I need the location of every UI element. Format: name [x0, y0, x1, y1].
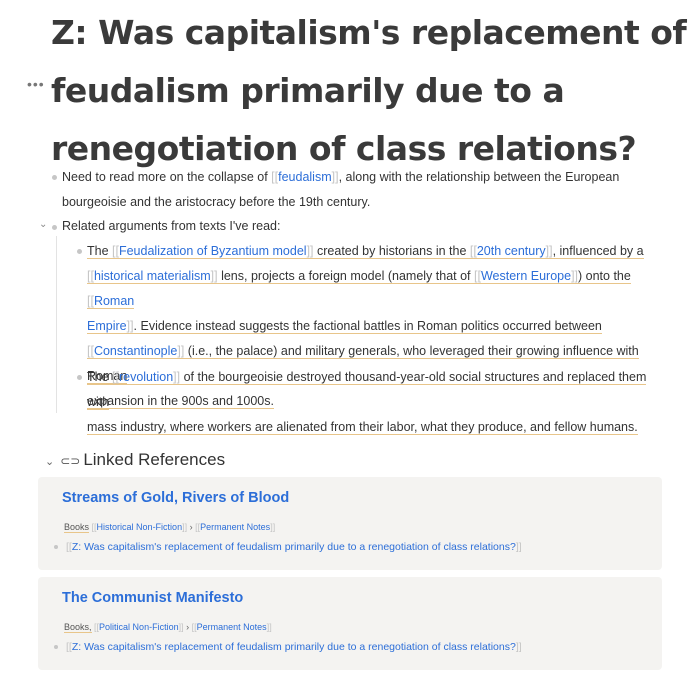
block-line: The [[revolution]] of the bourgeoisie de… [87, 370, 647, 410]
more-horizontal-icon[interactable]: ••• [27, 76, 45, 92]
link-bracket: [[ [474, 269, 481, 283]
chevron-down-icon[interactable]: ⌄ [45, 456, 54, 468]
block-bullet[interactable] [77, 249, 82, 254]
block-need-to-read[interactable]: Need to read more on the collapse of [[f… [62, 165, 662, 215]
link-bracket: [[ [112, 244, 119, 258]
link-bracket: ]] [178, 622, 184, 632]
breadcrumb-separator: › [189, 522, 193, 532]
block-bullet[interactable] [52, 175, 57, 180]
link-bracket: [[ [112, 370, 119, 384]
page-link-revolution[interactable]: revolution [119, 370, 173, 384]
page-link-western-europe[interactable]: Western Europe [481, 269, 571, 283]
block-line: [[historical materialism]] lens, project… [87, 269, 631, 309]
reference-page-title[interactable]: Streams of Gold, Rivers of Blood [62, 490, 289, 506]
block-line: mass industry, where workers are alienat… [87, 420, 638, 435]
reference-card: Streams of Gold, Rivers of Blood Books [… [38, 477, 662, 570]
reference-breadcrumb: Books, [[Political Non-Fiction]] › [[Per… [64, 622, 272, 633]
link-bracket: ]] [331, 170, 339, 184]
breadcrumb-books[interactable]: Books, [64, 622, 92, 633]
page-link-constantinople[interactable]: Constantinople [94, 344, 177, 358]
block-text: The [87, 370, 113, 384]
block-bullet[interactable] [52, 225, 57, 230]
block-bullet [54, 545, 58, 550]
reference-block[interactable]: [[Z: Was capitalism's replacement of feu… [54, 541, 522, 553]
link-bracket: ]] [182, 522, 188, 532]
link-bracket: ]] [515, 641, 522, 653]
link-bracket: [[ [87, 344, 94, 358]
page-link-roman-empire[interactable]: Roman [94, 294, 134, 308]
block-text: ) onto the [578, 269, 631, 283]
link-bracket: ]] [515, 541, 522, 553]
chevron-down-icon[interactable]: ⌄ [39, 219, 47, 230]
block-revolution[interactable]: The [[revolution]] of the bourgeoisie de… [87, 365, 662, 440]
link-bracket: [[ [469, 244, 477, 258]
link-icon: ⊂⊃ [60, 454, 81, 468]
link-bracket: [[ [87, 269, 94, 283]
reference-link[interactable]: Z: Was capitalism's replacement of feuda… [72, 641, 516, 653]
link-bracket: [[ [87, 294, 94, 308]
link-bracket: ]] [270, 522, 276, 532]
block-text: bourgeoisie and the aristocracy before t… [62, 195, 371, 209]
page-title[interactable]: Z: Was capitalism's replacement of feuda… [51, 4, 691, 178]
page: ••• Z: Was capitalism's replacement of f… [0, 0, 700, 674]
block-bullet [54, 645, 58, 650]
link-bracket: ]] [266, 622, 272, 632]
block-text: created by historians in the [313, 244, 470, 258]
link-bracket: ]] [126, 319, 134, 333]
block-text: Need to read more on the collapse of [62, 170, 272, 184]
block-related-arguments[interactable]: Related arguments from texts I've read: [62, 214, 280, 239]
page-link-feudalization-of-byzantium-model[interactable]: Feudalization of Byzantium model [119, 244, 307, 258]
reference-link[interactable]: Z: Was capitalism's replacement of feuda… [72, 541, 516, 553]
breadcrumb-link[interactable]: Permanent Notes [200, 522, 270, 532]
page-link-roman-empire[interactable]: Empire [87, 319, 127, 333]
linked-references-title: Linked References [83, 450, 226, 469]
link-bracket: ]] [545, 244, 553, 258]
reference-page-title[interactable]: The Communist Manifesto [62, 590, 243, 606]
breadcrumb-separator: › [186, 622, 190, 632]
block-line: Empire]]. Evidence instead suggests the … [87, 319, 602, 334]
block-bullet[interactable] [77, 375, 82, 380]
nested-guide-line [56, 236, 57, 413]
link-bracket: ]] [210, 269, 218, 283]
reference-card: The Communist Manifesto Books, [[Politic… [38, 577, 662, 670]
reference-breadcrumb: Books [[Historical Non-Fiction]] › [[Per… [64, 522, 276, 533]
link-bracket: ]] [306, 244, 314, 258]
block-text: lens, projects a foreign model (namely t… [217, 269, 474, 283]
linked-references-header[interactable]: ⌄ ⊂⊃ Linked References [45, 450, 225, 470]
reference-block[interactable]: [[Z: Was capitalism's replacement of feu… [54, 641, 522, 653]
breadcrumb-link[interactable]: Historical Non-Fiction [97, 522, 183, 532]
block-text: , along with the relationship between th… [338, 170, 620, 184]
block-text: , influenced by a [552, 244, 644, 258]
page-link-20th-century[interactable]: 20th century [477, 244, 546, 258]
block-text: The [87, 244, 113, 258]
breadcrumb-books[interactable]: Books [64, 522, 90, 533]
page-link-historical-materialism[interactable]: historical materialism [94, 269, 211, 283]
link-bracket: ]] [571, 269, 579, 283]
breadcrumb-link[interactable]: Political Non-Fiction [99, 622, 179, 632]
block-text: . Evidence instead suggests the factiona… [133, 319, 602, 333]
block-line: The [[Feudalization of Byzantium model]]… [87, 244, 644, 259]
breadcrumb-link[interactable]: Permanent Notes [197, 622, 267, 632]
page-link-feudalism[interactable]: feudalism [278, 170, 332, 184]
